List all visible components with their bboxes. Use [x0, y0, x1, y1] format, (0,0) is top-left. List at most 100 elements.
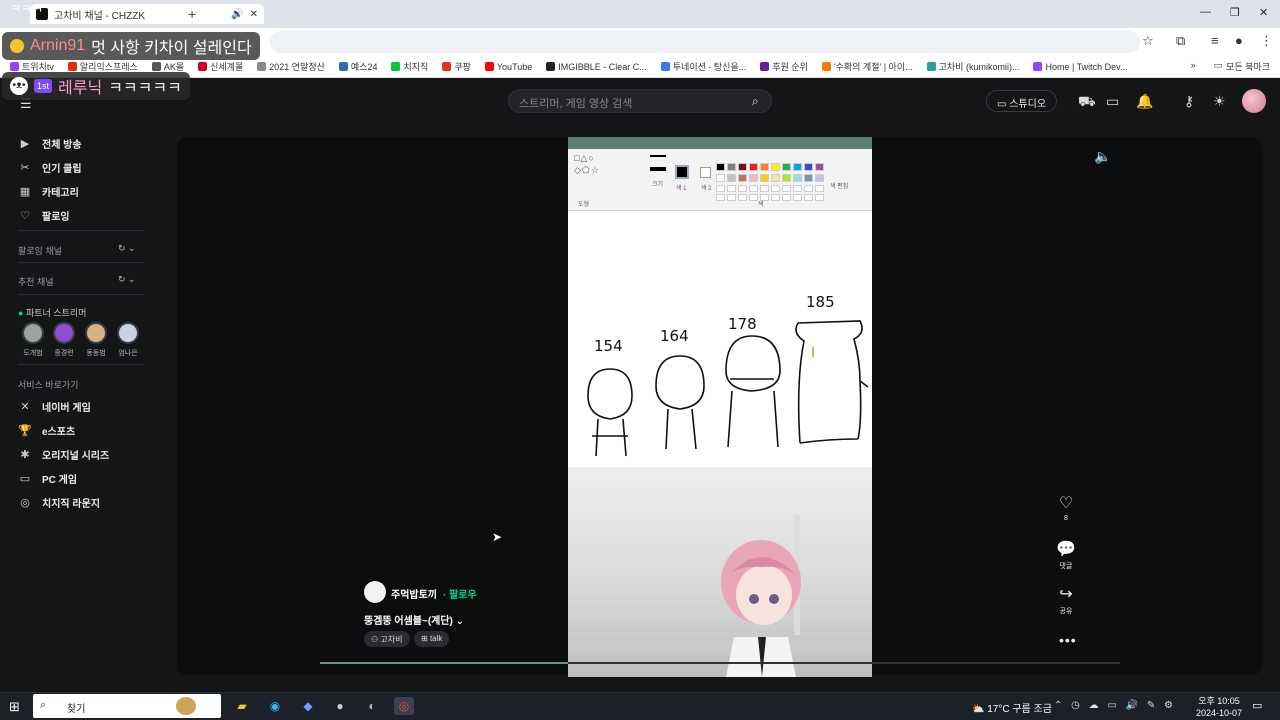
color1-swatch[interactable]	[675, 165, 689, 179]
palette-swatch[interactable]	[793, 174, 802, 182]
bookmark-item[interactable]: 치지직	[391, 60, 428, 73]
palette-swatch[interactable]	[815, 163, 824, 171]
ticket-icon[interactable]: ▭	[1106, 93, 1119, 110]
partner-avatar[interactable]	[53, 322, 75, 344]
media-icon[interactable]: ≡	[1211, 33, 1219, 48]
palette-swatch[interactable]	[716, 174, 725, 182]
bookmark-item[interactable]: 예스24	[338, 60, 377, 73]
palette-swatch[interactable]	[749, 163, 758, 171]
palette-empty-swatch[interactable]	[749, 185, 758, 192]
recommended-refresh-icon[interactable]: ↻ ⌄	[118, 274, 136, 285]
search-icon[interactable]: ⌕	[752, 94, 759, 109]
speaker-icon[interactable]: 🔊	[231, 9, 243, 20]
comment-button[interactable]: 💬 댓글	[1052, 539, 1080, 571]
following-refresh-icon[interactable]: ↻ ⌄	[118, 243, 136, 254]
palette-empty-swatch[interactable]	[760, 185, 769, 192]
palette-empty-swatch[interactable]	[716, 185, 725, 192]
extensions-icon[interactable]: ⧉	[1176, 33, 1185, 49]
cart-icon[interactable]: ⛟	[1078, 93, 1096, 112]
sidebar-item-all-live[interactable]: ▶ 전체 방송	[18, 136, 82, 151]
browser-tab[interactable]: 고차비 채널 - CHZZK 🔊 ✕	[30, 4, 264, 24]
tab-close-icon[interactable]: ✕	[250, 9, 258, 20]
palette-swatch[interactable]	[782, 174, 791, 182]
palette-swatch[interactable]	[749, 174, 758, 182]
bookmark-item[interactable]: 고차비 (kumikomii)...	[926, 60, 1019, 73]
bookmark-item[interactable]: 2021 연말정산	[257, 60, 325, 73]
sun-icon[interactable]: ☀	[1213, 93, 1226, 110]
palette-swatch[interactable]	[716, 163, 725, 171]
profile-icon[interactable]: ●	[1235, 33, 1243, 48]
key-icon[interactable]: ⚷	[1184, 93, 1194, 110]
weather-widget[interactable]: ⛅ 17°C 구름 조금	[972, 700, 1052, 715]
search-highlight-icon[interactable]	[176, 697, 196, 715]
sidebar-item-category[interactable]: ▦ 카테고리	[18, 184, 79, 199]
edge-icon[interactable]: ◉	[265, 697, 285, 715]
palette-empty-swatch[interactable]	[738, 194, 747, 201]
palette-empty-swatch[interactable]	[793, 185, 802, 192]
palette-swatch[interactable]	[793, 163, 802, 171]
palette-swatch[interactable]	[771, 174, 780, 182]
sidebar-item-lounge[interactable]: ◎ 치지직 라운지	[18, 495, 100, 510]
follow-button[interactable]: · 팔로우	[443, 586, 477, 601]
share-button[interactable]: ↪ 공유	[1052, 584, 1080, 616]
partner-avatar[interactable]	[117, 322, 139, 344]
tag-chip[interactable]: ⚇ 고차비	[364, 631, 410, 647]
palette-swatch[interactable]	[782, 163, 791, 171]
sidebar-item-naver-game[interactable]: ✕ 네이버 게임	[18, 399, 90, 414]
palette-empty-swatch[interactable]	[727, 185, 736, 192]
palette-empty-swatch[interactable]	[793, 194, 802, 201]
window-close-icon[interactable]: ✕	[1259, 6, 1268, 19]
sidebar-item-original-series[interactable]: ✱ 오리지널 시리즈	[18, 447, 109, 462]
bookmark-item[interactable]: 투네이션 - 탕신을...	[660, 60, 746, 73]
video-frame[interactable]: □△○ ◇⬠☆ 도형 크기 색 1 색 2 색 편집 색 154 164 178…	[568, 137, 872, 677]
bookmark-item[interactable]: Home | Twitch Dev...	[1033, 62, 1128, 72]
palette-swatch[interactable]	[804, 174, 813, 182]
bookmark-item[interactable]: YouTube	[484, 62, 532, 72]
sidebar-item-following[interactable]: ♡ 팔로잉	[18, 208, 70, 223]
color2-swatch[interactable]	[700, 167, 711, 178]
palette-swatch[interactable]	[760, 174, 769, 182]
windows-start-icon[interactable]: ⊞	[9, 699, 20, 715]
address-input[interactable]	[270, 31, 1140, 53]
bookmarks-more-icon[interactable]: »	[1191, 60, 1196, 73]
palette-empty-swatch[interactable]	[804, 194, 813, 201]
palette-swatch[interactable]	[738, 163, 747, 171]
tag-chip[interactable]: ⊞ talk	[414, 631, 450, 647]
palette-empty-swatch[interactable]	[815, 194, 824, 201]
studio-button[interactable]: ▭ 스튜디오	[986, 90, 1058, 112]
star-icon[interactable]: ☆	[1142, 33, 1154, 49]
system-tray-icons[interactable]: ⌃ ◷ ☁ ▭ 🔊 ✎ ⚙	[1054, 700, 1176, 711]
palette-swatch[interactable]	[771, 163, 780, 171]
maximize-icon[interactable]: ❐	[1230, 6, 1240, 19]
palette-empty-swatch[interactable]	[804, 185, 813, 192]
bell-icon[interactable]: 🔔	[1136, 93, 1153, 110]
bookmark-item[interactable]: 신세계몰	[198, 60, 243, 73]
partner-avatar[interactable]	[22, 322, 44, 344]
palette-empty-swatch[interactable]	[771, 194, 780, 201]
browser-menu-icon[interactable]: ⋮	[1260, 33, 1273, 49]
palette-empty-swatch[interactable]	[716, 194, 725, 201]
search-input[interactable]: 스트리머, 게임 영상 검색	[508, 89, 772, 113]
bookmark-item[interactable]: 쿠팡	[442, 60, 471, 73]
channel-name[interactable]: 주먹밥토끼	[391, 586, 437, 601]
palette-swatch[interactable]	[727, 174, 736, 182]
minimize-icon[interactable]: —	[1200, 6, 1211, 18]
clip-title[interactable]: 뚱겜뚱 어셈블~(계단) ⌄	[364, 612, 464, 627]
bookmark-item[interactable]: 후원 순위	[760, 60, 808, 73]
palette-swatch[interactable]	[815, 174, 824, 182]
partner-avatar[interactable]	[85, 322, 107, 344]
partner-streamers-heading[interactable]: ● 파트너 스트리머	[18, 306, 86, 319]
palette-empty-swatch[interactable]	[749, 194, 758, 201]
steam-icon[interactable]: ◐	[362, 697, 382, 715]
palette-empty-swatch[interactable]	[815, 185, 824, 192]
video-progress-bar[interactable]	[320, 662, 1120, 664]
more-options-icon[interactable]: •••	[1059, 632, 1077, 648]
sidebar-item-popular-clips[interactable]: ✂ 인기 클립	[18, 160, 81, 175]
bookmark-item[interactable]: '수확의 계절' | 아이...	[821, 60, 913, 73]
user-avatar[interactable]	[1242, 89, 1266, 113]
chrome-icon[interactable]: ◎	[394, 697, 414, 715]
notification-icon[interactable]: ▭	[1252, 699, 1262, 712]
palette-empty-swatch[interactable]	[727, 194, 736, 201]
palette-swatch[interactable]	[738, 174, 747, 182]
palette-swatch[interactable]	[727, 163, 736, 171]
